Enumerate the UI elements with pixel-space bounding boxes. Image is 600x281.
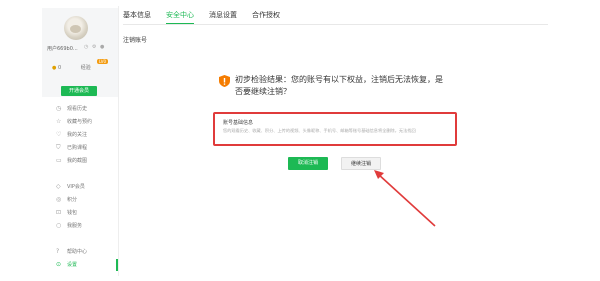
avatar[interactable] bbox=[64, 16, 88, 40]
vip-button[interactable]: 开通会员 bbox=[61, 86, 97, 96]
sidebar-item-label: 收藏与预约 bbox=[67, 119, 93, 125]
sidebar-item-help[interactable]: ? 帮助中心 bbox=[42, 246, 118, 258]
service-icon: ○ bbox=[56, 222, 62, 229]
settings-icon: ⊙ bbox=[56, 261, 62, 268]
sidebar-item-points[interactable]: ◎ 积分 bbox=[42, 194, 118, 206]
sidebar-item-screenshot[interactable]: ▭ 我的截图 bbox=[42, 155, 118, 167]
profile-card: 用户669b0... ◷ ⚙ ● LV0 ● 0 经验 开通会员 bbox=[42, 8, 118, 97]
course-icon: ⛉ bbox=[56, 144, 61, 151]
sidebar-item-label: 钱包 bbox=[67, 210, 78, 216]
sidebar-item-label: 我的截图 bbox=[67, 158, 88, 164]
check-result-text: 初步检验结果：您的账号有以下权益，注销后无法恢复，是否要继续注销？ bbox=[235, 75, 443, 96]
sidebar-divider bbox=[118, 6, 119, 276]
sidebar-item-label: VIP会员 bbox=[67, 184, 85, 190]
tab-basic-info[interactable]: 基本信息 bbox=[123, 10, 151, 20]
history-icon: ◷ bbox=[56, 105, 62, 112]
vip-icon: ◇ bbox=[56, 183, 61, 190]
page-title: 注销账号 bbox=[123, 37, 148, 44]
sidebar-item-star[interactable]: ☆ 收藏与预约 bbox=[42, 116, 118, 128]
sidebar-item-label: 已购课程 bbox=[67, 145, 88, 151]
sidebar-item-settings[interactable]: ⊙ 设置 bbox=[42, 259, 118, 271]
cancel-deletion-button[interactable]: 取消注销 bbox=[288, 157, 328, 170]
sidebar: 用户669b0... ◷ ⚙ ● LV0 ● 0 经验 开通会员 ◷ 观看历史 ☆ 收… bbox=[42, 8, 118, 276]
heart-icon: ♡ bbox=[56, 131, 62, 138]
sidebar-item-service[interactable]: ○ 我服务 bbox=[42, 220, 118, 232]
tab-authorization[interactable]: 合作授权 bbox=[252, 10, 280, 20]
info-description: 您的观看历史、收藏、积分、上传的视频、头像昵称、手机号、邮箱等账号基础信息将全删… bbox=[223, 128, 416, 133]
sidebar-item-wallet[interactable]: ⊡ 钱包 bbox=[42, 207, 118, 219]
screenshot-icon: ▭ bbox=[56, 157, 62, 164]
sidebar-item-label: 设置 bbox=[67, 262, 78, 268]
sidebar-item-course[interactable]: ⛉ 已购课程 bbox=[42, 142, 118, 154]
username: 用户669b0... bbox=[47, 46, 78, 52]
exp-label: 经验 bbox=[80, 65, 91, 71]
warning-shield-icon bbox=[219, 75, 230, 87]
sidebar-item-label: 帮助中心 bbox=[67, 249, 88, 255]
coin-icon: ● bbox=[52, 65, 57, 71]
sidebar-item-label: 我服务 bbox=[67, 223, 83, 229]
star-icon: ☆ bbox=[56, 118, 62, 125]
points-icon: ◎ bbox=[56, 196, 62, 203]
coin-count: 0 bbox=[57, 65, 62, 71]
account-info-box: 账号基础信息 您的观看历史、收藏、积分、上传的视频、头像昵称、手机号、邮箱等账号… bbox=[213, 112, 457, 146]
sidebar-item-vip[interactable]: ◇ VIP会员 bbox=[42, 181, 118, 193]
annotation-arrow bbox=[374, 170, 436, 227]
coin-row: ● 0 经验 bbox=[52, 64, 114, 71]
help-icon: ? bbox=[56, 248, 60, 255]
wallet-icon: ⊡ bbox=[56, 209, 62, 216]
sidebar-item-label: 观看历史 bbox=[67, 106, 88, 112]
sidebar-item-heart[interactable]: ♡ 我的关注 bbox=[42, 129, 118, 141]
sidebar-item-label: 我的关注 bbox=[67, 132, 88, 138]
tabs-underline bbox=[123, 24, 548, 25]
tab-message-settings[interactable]: 消息设置 bbox=[209, 10, 237, 20]
sidebar-item-label: 积分 bbox=[67, 197, 78, 203]
user-status-icons: ◷ ⚙ ● bbox=[84, 44, 106, 50]
info-title: 账号基础信息 bbox=[223, 120, 254, 126]
sidebar-item-history[interactable]: ◷ 观看历史 bbox=[42, 103, 118, 115]
tab-security-center[interactable]: 安全中心 bbox=[166, 10, 194, 24]
